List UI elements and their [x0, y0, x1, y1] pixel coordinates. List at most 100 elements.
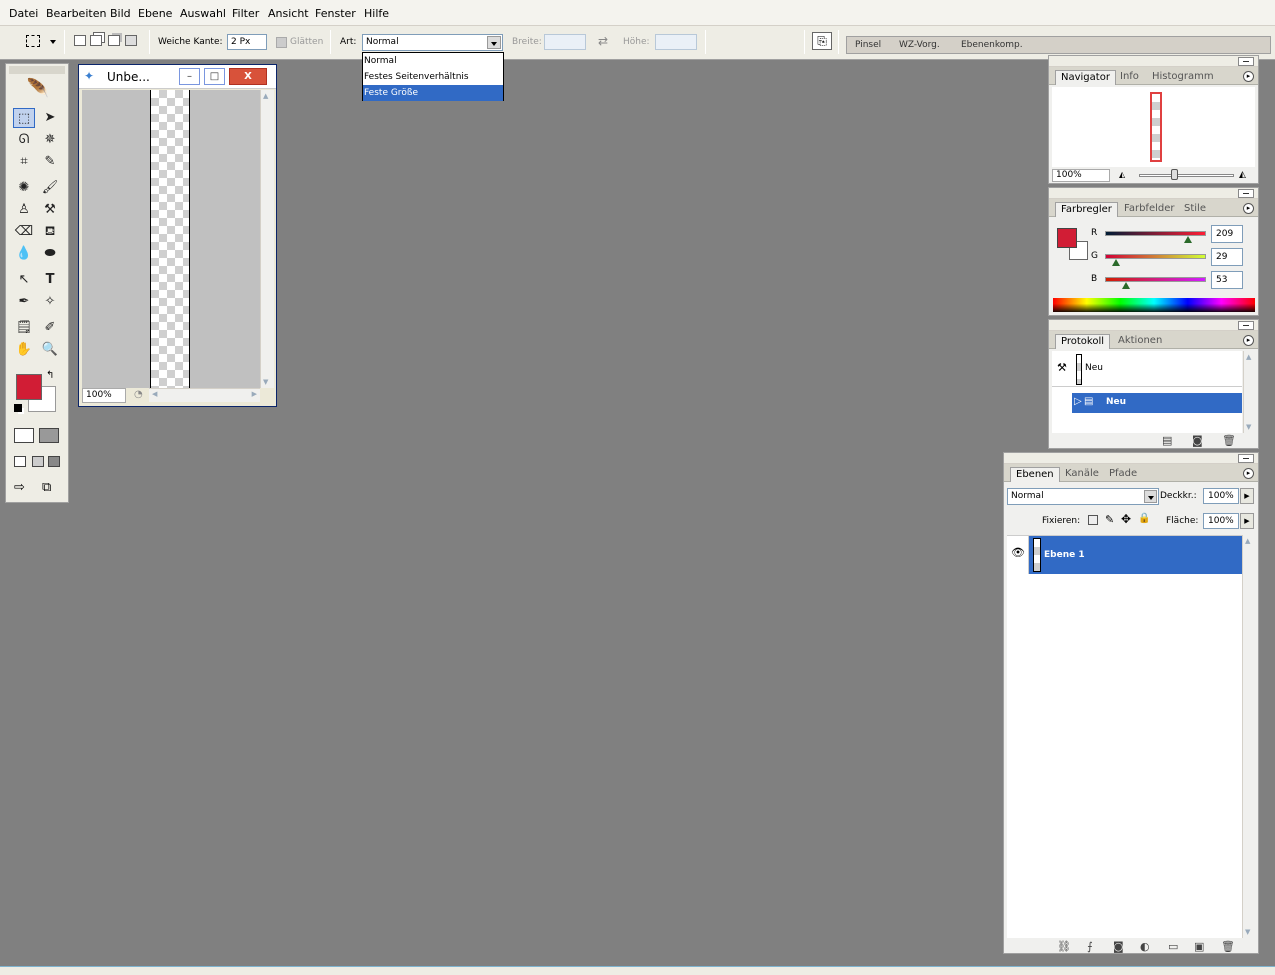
- menu-bild[interactable]: Bild: [110, 7, 131, 20]
- move-tool-icon[interactable]: ➤: [39, 108, 61, 128]
- delete-state-icon[interactable]: 🗑: [1222, 434, 1236, 447]
- eye-icon[interactable]: 👁: [1011, 546, 1025, 559]
- tab-stile[interactable]: Stile: [1179, 202, 1211, 217]
- hand-icon[interactable]: ✋: [13, 340, 35, 360]
- intersect-selection-icon[interactable]: [125, 35, 137, 46]
- paint-bucket-icon[interactable]: ⛾: [39, 222, 61, 242]
- screen-mode-full-menu-icon[interactable]: [32, 456, 44, 467]
- new-layer-icon[interactable]: ▣: [1194, 940, 1204, 953]
- green-value-field[interactable]: 29: [1211, 248, 1243, 266]
- green-slider-thumb[interactable]: [1112, 259, 1121, 266]
- menu-filter[interactable]: Filter: [232, 7, 259, 20]
- chevron-down-icon[interactable]: [1144, 490, 1157, 503]
- option-festes-seitenverhaeltnis[interactable]: Festes Seitenverhältnis: [363, 69, 503, 85]
- tab-wz-vorg[interactable]: WZ-Vorg.: [899, 40, 940, 50]
- blue-value-field[interactable]: 53: [1211, 271, 1243, 289]
- pen-icon[interactable]: ✒: [13, 292, 35, 312]
- panel-grip[interactable]: [1049, 320, 1258, 331]
- zoom-slider[interactable]: [1139, 174, 1234, 177]
- opacity-arrow-icon[interactable]: ▶: [1240, 488, 1254, 504]
- navigator-view-box[interactable]: [1150, 92, 1162, 162]
- menu-bearbeiten[interactable]: Bearbeiten: [46, 7, 106, 20]
- red-slider-thumb[interactable]: [1183, 236, 1192, 243]
- opacity-field[interactable]: 100%: [1203, 488, 1239, 504]
- path-selection-icon[interactable]: ↖: [13, 270, 35, 290]
- panel-grip[interactable]: [1049, 188, 1258, 199]
- tab-ebenen[interactable]: Ebenen: [1010, 467, 1060, 482]
- tab-protokoll[interactable]: Protokoll: [1055, 334, 1111, 349]
- default-colors-icon[interactable]: [14, 404, 22, 412]
- history-snapshot-row[interactable]: ⚒ Neu: [1052, 351, 1242, 387]
- new-group-icon[interactable]: ▭: [1168, 940, 1178, 953]
- layer-name[interactable]: Ebene 1: [1044, 550, 1085, 560]
- color-foreground-swatch[interactable]: [1057, 228, 1077, 248]
- custom-shape-icon[interactable]: ✧: [39, 292, 61, 312]
- document-title-bar[interactable]: ✦ Unbe... – □ X: [79, 65, 276, 89]
- quick-mask-icon[interactable]: [39, 428, 59, 443]
- adjustment-layer-icon[interactable]: ◐: [1140, 940, 1150, 953]
- crop-icon[interactable]: ⌗: [13, 152, 35, 172]
- menu-ebene[interactable]: Ebene: [138, 7, 172, 20]
- tab-farbfelder[interactable]: Farbfelder: [1119, 202, 1179, 217]
- height-input[interactable]: [655, 34, 697, 50]
- panel-menu-icon[interactable]: ▸: [1243, 468, 1254, 479]
- subtract-selection-icon[interactable]: [108, 35, 120, 46]
- minimize-panel-icon[interactable]: [1238, 189, 1254, 198]
- swap-colors-icon[interactable]: ↰: [46, 370, 54, 381]
- lock-all-icon[interactable]: 🔒: [1138, 513, 1150, 524]
- tab-info[interactable]: Info: [1115, 70, 1144, 85]
- healing-brush-icon[interactable]: ✺: [13, 178, 35, 198]
- menu-auswahl[interactable]: Auswahl: [180, 7, 226, 20]
- swap-icon[interactable]: ⇄: [598, 34, 608, 48]
- green-slider[interactable]: [1105, 254, 1206, 259]
- option-feste-groesse[interactable]: Feste Größe: [363, 85, 503, 101]
- zoom-field[interactable]: 100%: [82, 388, 126, 403]
- link-icon[interactable]: ⛓: [1057, 940, 1071, 953]
- screen-mode-full-icon[interactable]: [48, 456, 60, 467]
- lock-position-icon[interactable]: ✥: [1121, 512, 1131, 526]
- blend-mode-select[interactable]: Normal: [1007, 488, 1159, 505]
- imageready-icon[interactable]: ⧉: [42, 480, 60, 497]
- toolbox-grip[interactable]: [9, 66, 65, 74]
- feather-logo-icon[interactable]: 🪶: [12, 78, 64, 100]
- color-spectrum-bar[interactable]: [1053, 298, 1255, 312]
- close-button[interactable]: X: [229, 68, 267, 85]
- type-tool-icon[interactable]: T: [39, 270, 61, 290]
- menu-hilfe[interactable]: Hilfe: [364, 7, 389, 20]
- scroll-right-icon[interactable]: ▶: [252, 390, 257, 398]
- fill-arrow-icon[interactable]: ▶: [1240, 513, 1254, 529]
- chevron-down-icon[interactable]: [487, 36, 501, 49]
- blur-icon[interactable]: 💧: [13, 244, 35, 264]
- tab-kanaele[interactable]: Kanäle: [1060, 467, 1104, 482]
- new-snapshot-icon[interactable]: ◙: [1192, 434, 1203, 447]
- layer-style-icon[interactable]: ⨍: [1087, 940, 1093, 953]
- zoom-icon[interactable]: 🔍: [39, 340, 61, 360]
- lasso-icon[interactable]: ᘏ: [13, 130, 35, 150]
- blue-slider-thumb[interactable]: [1122, 282, 1131, 289]
- menu-ansicht[interactable]: Ansicht: [268, 7, 309, 20]
- minimize-button[interactable]: –: [179, 68, 200, 85]
- scroll-up-icon[interactable]: ▲: [263, 92, 268, 100]
- panel-menu-icon[interactable]: ▸: [1243, 203, 1254, 214]
- zoom-in-icon[interactable]: ◭: [1239, 170, 1246, 180]
- transparent-canvas[interactable]: [150, 90, 190, 388]
- file-browser-icon[interactable]: ⎘: [812, 32, 832, 50]
- slice-icon[interactable]: ✎: [39, 152, 61, 172]
- delete-layer-icon[interactable]: 🗑: [1221, 940, 1235, 953]
- horizontal-scrollbar[interactable]: ◀ ▶: [149, 388, 260, 402]
- layer-row[interactable]: Ebene 1: [1029, 536, 1242, 574]
- minimize-panel-icon[interactable]: [1238, 321, 1254, 330]
- new-selection-icon[interactable]: [74, 35, 86, 46]
- magic-wand-icon[interactable]: ✵: [39, 130, 61, 150]
- eyedropper-icon[interactable]: ✐: [39, 318, 61, 338]
- fill-field[interactable]: 100%: [1203, 513, 1239, 529]
- zoom-out-icon[interactable]: ◭: [1119, 170, 1125, 179]
- minimize-panel-icon[interactable]: [1238, 57, 1254, 66]
- jump-to-imageready-icon[interactable]: ⇨: [14, 480, 42, 497]
- rectangular-marquee-icon[interactable]: ⬚: [13, 108, 35, 128]
- menu-datei[interactable]: Datei: [9, 7, 38, 20]
- standard-mode-icon[interactable]: [14, 428, 34, 443]
- panel-grip[interactable]: [1049, 56, 1258, 67]
- add-selection-icon[interactable]: [90, 35, 102, 46]
- scroll-down-icon[interactable]: ▼: [263, 378, 268, 386]
